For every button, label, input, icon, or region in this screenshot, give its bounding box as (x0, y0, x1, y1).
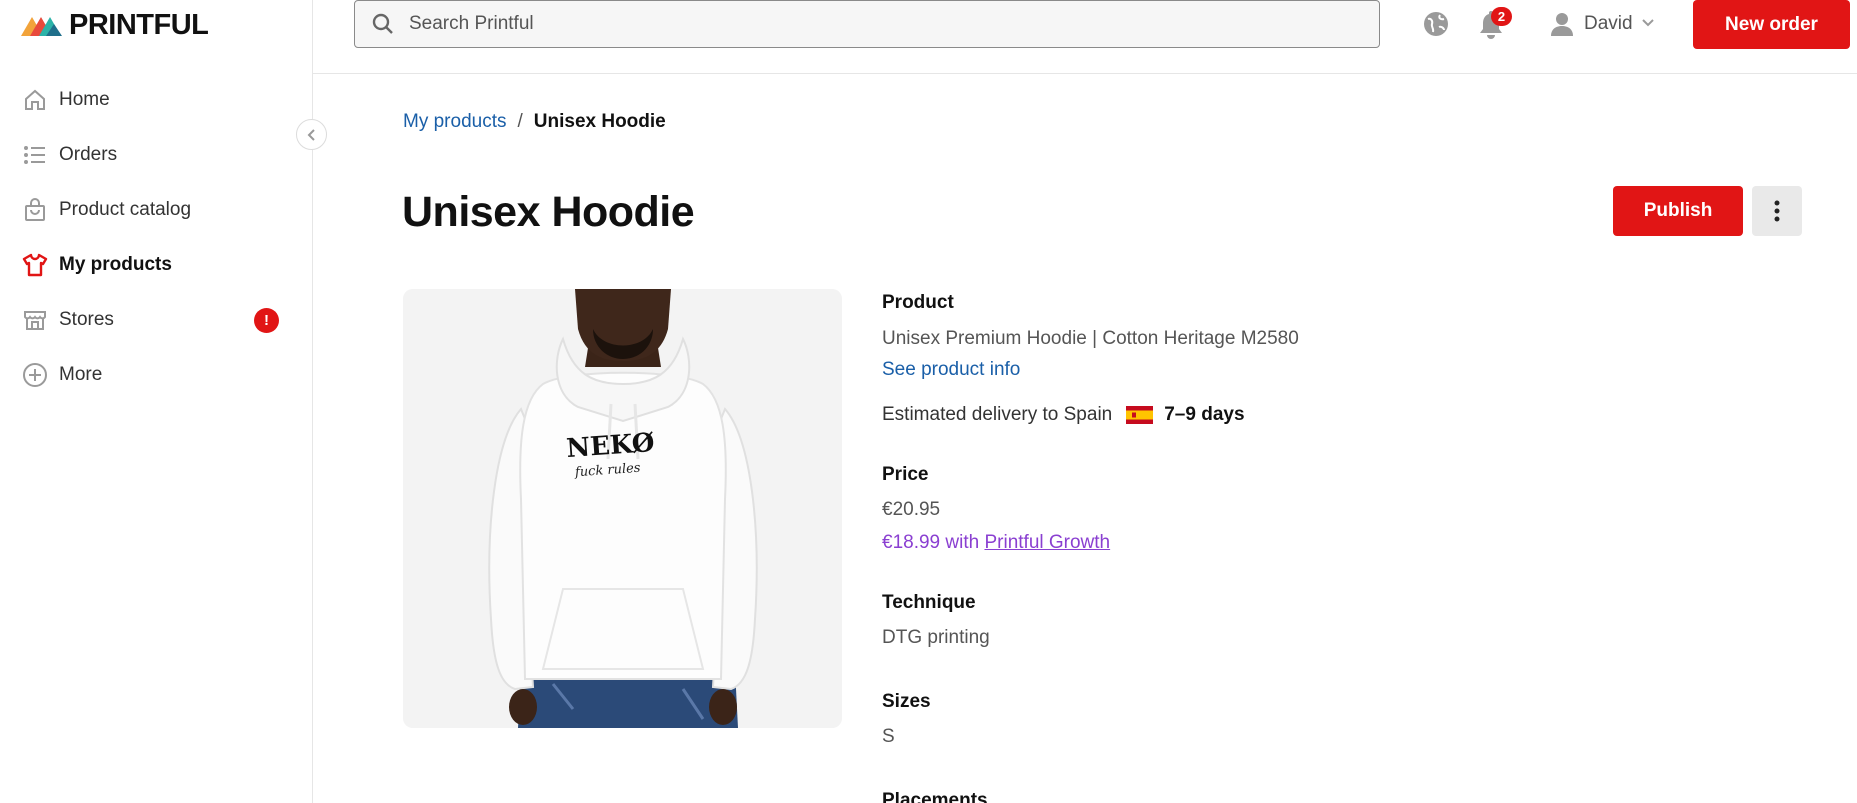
sidebar-item-orders[interactable]: Orders (0, 127, 313, 182)
printful-growth-link[interactable]: Printful Growth (984, 532, 1110, 553)
price-heading: Price (882, 464, 929, 485)
new-order-button[interactable]: New order (1693, 0, 1850, 49)
printful-logo[interactable]: PRINTFUL (21, 8, 209, 41)
sidebar-item-product-catalog[interactable]: Product catalog (0, 182, 313, 237)
search-input[interactable] (409, 13, 1309, 35)
chevron-left-icon (307, 128, 315, 141)
stores-alert-badge: ! (254, 308, 279, 333)
more-options-button[interactable] (1752, 186, 1802, 236)
sidebar-item-label: Orders (59, 143, 118, 165)
sidebar-item-my-products[interactable]: My products (0, 237, 313, 292)
globe-icon[interactable] (1422, 10, 1450, 38)
sizes-value: S (882, 726, 895, 747)
delivery-estimate: Estimated delivery to Spain 7–9 days (882, 404, 1782, 426)
product-name: Unisex Premium Hoodie | Cotton Heritage … (882, 328, 1299, 349)
search-box (354, 0, 1380, 48)
growth-price: €18.99 with Printful Growth (882, 532, 1782, 554)
sidebar: PRINTFUL Home Orders Product catalog My … (0, 0, 313, 803)
sidebar-item-more[interactable]: More (0, 347, 313, 402)
sidebar-item-label: Product catalog (59, 198, 192, 220)
sidebar-item-label: More (59, 363, 103, 385)
kebab-menu-icon (1774, 200, 1780, 222)
spain-flag-icon (1126, 406, 1154, 424)
sidebar-item-label: Stores (59, 308, 114, 330)
chevron-down-icon (1641, 15, 1655, 33)
product-mockup-image: NEKØ fuck rules (403, 289, 842, 728)
store-icon (22, 307, 48, 333)
sidebar-item-home[interactable]: Home (0, 72, 313, 127)
breadcrumb: My products / Unisex Hoodie (403, 111, 666, 133)
price-value: €20.95 (882, 499, 941, 520)
product-heading: Product (882, 292, 954, 313)
tshirt-icon (22, 252, 48, 278)
placements-heading: Placements (882, 790, 988, 803)
sidebar-item-label: My products (59, 253, 172, 275)
breadcrumb-separator: / (517, 111, 523, 132)
list-icon (22, 142, 48, 168)
logo-text: PRINTFUL (69, 8, 209, 41)
page-title: Unisex Hoodie (402, 188, 695, 236)
print-text: NEKØ (565, 428, 655, 464)
sizes-heading: Sizes (882, 691, 931, 712)
search-icon (371, 12, 395, 36)
notifications-count-badge: 2 (1491, 7, 1512, 26)
sidebar-nav: Home Orders Product catalog My products … (0, 72, 313, 402)
technique-heading: Technique (882, 592, 976, 613)
product-details: Product Unisex Premium Hoodie | Cotton H… (882, 292, 1782, 803)
plus-circle-icon (22, 362, 48, 388)
breadcrumb-current: Unisex Hoodie (533, 111, 666, 132)
user-avatar-icon (1548, 10, 1576, 38)
user-name: David (1584, 13, 1633, 34)
growth-price-text: €18.99 with (882, 532, 980, 553)
printful-logo-icon (21, 17, 62, 36)
publish-button[interactable]: Publish (1613, 186, 1743, 236)
collapse-sidebar-button[interactable] (296, 119, 327, 150)
home-icon (22, 87, 48, 113)
technique-value: DTG printing (882, 627, 990, 648)
top-bar: 2 David New order (313, 0, 1857, 74)
shopping-bag-icon (22, 197, 48, 223)
see-product-info-link[interactable]: See product info (882, 359, 1782, 381)
delivery-text: Estimated delivery to Spain (882, 404, 1113, 425)
sidebar-item-label: Home (59, 88, 110, 110)
user-menu[interactable]: David (1548, 8, 1655, 40)
breadcrumb-my-products-link[interactable]: My products (403, 111, 506, 133)
sidebar-item-stores[interactable]: Stores ! (0, 292, 313, 347)
delivery-days: 7–9 days (1164, 404, 1245, 425)
